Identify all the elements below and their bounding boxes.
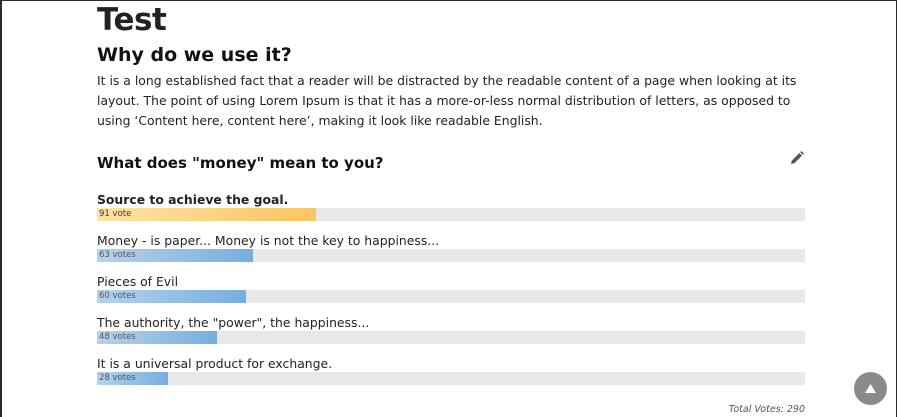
poll-bar-track: 91 vote: [97, 208, 805, 221]
poll-option[interactable]: It is a universal product for exchange. …: [97, 356, 805, 385]
poll-bar-track: 63 votes: [97, 249, 805, 262]
poll-question: What does "money" mean to you?: [97, 154, 384, 172]
page-frame: Test Why do we use it? It is a long esta…: [0, 0, 897, 417]
poll-option[interactable]: Money - is paper... Money is not the key…: [97, 233, 805, 262]
poll-vote-count: 91 vote: [99, 209, 132, 219]
poll-vote-count: 63 votes: [99, 250, 136, 260]
pencil-icon[interactable]: [789, 150, 805, 166]
poll-header: What does "money" mean to you?: [97, 150, 805, 178]
poll-option-label: It is a universal product for exchange.: [97, 356, 333, 371]
total-votes: Total Votes: 290: [728, 404, 805, 415]
poll-option-label: The authority, the "power", the happines…: [97, 315, 370, 330]
poll-vote-count: 48 votes: [99, 332, 136, 342]
poll-bar-track: 60 votes: [97, 290, 805, 303]
poll-option[interactable]: The authority, the "power", the happines…: [97, 315, 805, 344]
poll-option[interactable]: Source to achieve the goal. 91 vote: [97, 192, 805, 221]
body-paragraph: It is a long established fact that a rea…: [97, 73, 797, 128]
poll-option-label: Pieces of Evil: [97, 274, 179, 289]
poll-vote-count: 60 votes: [99, 291, 136, 301]
scroll-to-top-button[interactable]: [854, 372, 887, 405]
poll-options: Source to achieve the goal. 91 vote Mone…: [97, 192, 805, 385]
section-title: Why do we use it?: [97, 44, 292, 66]
triangle-up-icon: [865, 384, 876, 393]
page-title: Test: [97, 2, 167, 38]
poll-option-label: Money - is paper... Money is not the key…: [97, 233, 440, 248]
poll-option-label: Source to achieve the goal.: [97, 192, 289, 207]
poll-vote-count: 28 votes: [99, 373, 136, 383]
poll-bar-track: 48 votes: [97, 331, 805, 344]
poll-option[interactable]: Pieces of Evil 60 votes: [97, 274, 805, 303]
main-content: Test Why do we use it? It is a long esta…: [97, 1, 805, 397]
poll-bar-track: 28 votes: [97, 372, 805, 385]
